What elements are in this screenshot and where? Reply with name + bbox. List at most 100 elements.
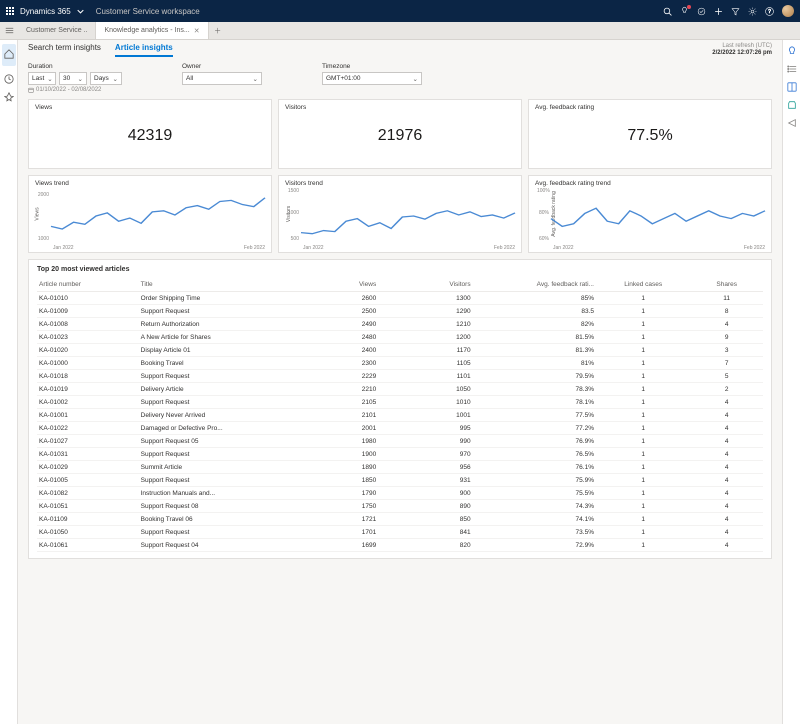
new-tab-button[interactable]: ＋ — [209, 22, 227, 39]
table-row[interactable]: KA-01019Delivery Article2210105078.3%12 — [37, 383, 763, 396]
kpi-visitors-value: 21976 — [285, 127, 515, 145]
col-shares[interactable]: Shares — [690, 278, 763, 292]
chart-xend: Feb 2022 — [744, 245, 765, 251]
top-articles-table-card: Top 20 most viewed articles Article numb… — [28, 259, 772, 559]
duration-label: Duration — [28, 63, 122, 70]
help-icon[interactable]: ? — [765, 7, 774, 16]
hamburger-menu[interactable] — [0, 22, 18, 39]
chart-feedback-title: Avg. feedback rating trend — [535, 180, 765, 187]
rail-share-icon[interactable] — [787, 118, 797, 128]
kpi-views-card: Views 42319 — [28, 99, 272, 169]
table-row[interactable]: KA-01061Support Request 04169982072.9%14 — [37, 539, 763, 552]
table-row[interactable]: KA-01051Support Request 08175089074.3%14 — [37, 500, 763, 513]
table-row[interactable]: KA-01109Booking Travel 06172185074.1%14 — [37, 513, 763, 526]
chart-tick: 1000 — [287, 210, 299, 216]
table-row[interactable]: KA-01010Order Shipping Time2600130085%11… — [37, 292, 763, 305]
table-row[interactable]: KA-01023A New Article for Shares24801200… — [37, 331, 763, 344]
user-avatar[interactable] — [782, 5, 794, 17]
table-row[interactable]: KA-01018Support Request2229110179.5%15 — [37, 370, 763, 383]
chart-tick: 1000 — [37, 236, 49, 242]
col-title[interactable]: Title — [139, 278, 299, 292]
table-row[interactable]: KA-01022Damaged or Defective Pro...20019… — [37, 422, 763, 435]
tab-customer-service[interactable]: Customer Service .. — [18, 22, 96, 39]
table-row[interactable]: KA-01029Summit Article189095676.1%14 — [37, 461, 763, 474]
table-title: Top 20 most viewed articles — [37, 266, 763, 273]
kpi-feedback-card: Avg. feedback rating 77.5% — [528, 99, 772, 169]
chart-xstart: Jan 2022 — [303, 245, 324, 251]
table-row[interactable]: KA-01009Support Request2500129083.518 — [37, 305, 763, 318]
filter-owner: Owner All⌄ — [182, 63, 262, 93]
duration-unit-select[interactable]: Days⌄ — [90, 72, 122, 85]
table-row[interactable]: KA-01005Support Request185093175.9%14 — [37, 474, 763, 487]
kpi-views-value: 42319 — [35, 127, 265, 145]
subtab-article-insights[interactable]: Article insights — [115, 43, 173, 57]
app-launcher-icon[interactable] — [6, 7, 14, 15]
rail-book-icon[interactable] — [787, 82, 797, 92]
rail-script-icon[interactable] — [787, 100, 797, 110]
chart-visitors-trend: Visitors trend Visitors 1500 1000 500 Ja… — [278, 175, 522, 253]
workspace-name: Customer Service workspace — [96, 7, 200, 16]
duration-amount-select[interactable]: 30⌄ — [59, 72, 87, 85]
main-content: Search term insights Article insights La… — [18, 40, 782, 724]
svg-text:?: ? — [768, 9, 771, 15]
table-row[interactable]: KA-01050Support Request170184173.5%14 — [37, 526, 763, 539]
global-topbar: Dynamics 365 Customer Service workspace … — [0, 0, 800, 22]
top-articles-table: Article number Title Views Visitors Avg.… — [37, 278, 763, 552]
settings-icon[interactable] — [748, 7, 757, 16]
table-row[interactable]: KA-01001Delivery Never Arrived2101100177… — [37, 409, 763, 422]
chart-tick: 60% — [537, 236, 549, 242]
right-rail — [782, 40, 800, 724]
assistant-icon[interactable] — [697, 7, 706, 16]
close-tab-icon[interactable]: ✕ — [194, 27, 200, 35]
col-feedback[interactable]: Avg. feedback rati... — [473, 278, 596, 292]
chart-views-ylabel: Views — [35, 208, 41, 221]
home-icon[interactable] — [2, 44, 16, 66]
col-article[interactable]: Article number — [37, 278, 139, 292]
chart-visitors-title: Visitors trend — [285, 180, 515, 187]
col-views[interactable]: Views — [298, 278, 378, 292]
pin-icon[interactable] — [4, 92, 14, 102]
filter-icon[interactable] — [731, 7, 740, 16]
chart-tick: 2000 — [37, 192, 49, 198]
last-refresh: Last refresh (UTC) 2/2/2022 12:07:26 pm — [712, 43, 772, 57]
rail-bulb-icon[interactable] — [787, 46, 797, 56]
search-icon[interactable] — [663, 7, 672, 16]
clock-icon[interactable] — [4, 74, 14, 84]
kpi-feedback-value: 77.5% — [535, 127, 765, 145]
table-row[interactable]: KA-01020Display Article 012400117081.3%1… — [37, 344, 763, 357]
col-linked[interactable]: Linked cases — [596, 278, 690, 292]
duration-period-select[interactable]: Last⌄ — [28, 72, 56, 85]
chart-views-trend: Views trend Views 2000 1000 Jan 2022 Feb… — [28, 175, 272, 253]
chevron-down-icon[interactable] — [77, 8, 84, 15]
table-row[interactable]: KA-01027Support Request 05198099076.9%14 — [37, 435, 763, 448]
table-row[interactable]: KA-01000Booking Travel2300110581%17 — [37, 357, 763, 370]
chart-tick: 500 — [287, 236, 299, 242]
product-name[interactable]: Dynamics 365 — [20, 7, 71, 16]
table-row[interactable]: KA-01031Support Request190097076.5%14 — [37, 448, 763, 461]
kpi-visitors-title: Visitors — [285, 104, 515, 111]
filter-duration: Duration Last⌄ 30⌄ Days⌄ 01/10/2022 - 02… — [28, 63, 122, 93]
filter-bar: Duration Last⌄ 30⌄ Days⌄ 01/10/2022 - 02… — [18, 57, 782, 95]
chart-tick: 1500 — [287, 188, 299, 194]
owner-label: Owner — [182, 63, 262, 70]
table-row[interactable]: KA-01002Support Request2105101078.1%14 — [37, 396, 763, 409]
chart-xstart: Jan 2022 — [553, 245, 574, 251]
col-visitors[interactable]: Visitors — [378, 278, 472, 292]
table-row[interactable]: KA-01082Instruction Manuals and...179090… — [37, 487, 763, 500]
filter-timezone: Timezone GMT+01:00⌄ — [322, 63, 422, 93]
tab-knowledge-analytics[interactable]: Knowledge analytics - Ins...✕ — [96, 22, 208, 39]
owner-select[interactable]: All⌄ — [182, 72, 262, 85]
rail-list-icon[interactable] — [787, 64, 797, 74]
subtab-search-term-insights[interactable]: Search term insights — [28, 43, 101, 57]
add-icon[interactable] — [714, 7, 723, 16]
duration-range: 01/10/2022 - 02/08/2022 — [28, 87, 122, 93]
chart-xstart: Jan 2022 — [53, 245, 74, 251]
lightbulb-icon[interactable] — [680, 6, 689, 17]
chart-xend: Feb 2022 — [244, 245, 265, 251]
left-nav-rail — [0, 40, 18, 724]
timezone-select[interactable]: GMT+01:00⌄ — [322, 72, 422, 85]
chart-tick: 100% — [537, 188, 549, 194]
chart-feedback-trend: Avg. feedback rating trend Avg. feedback… — [528, 175, 772, 253]
table-row[interactable]: KA-01008Return Authorization2490121082%1… — [37, 318, 763, 331]
kpi-visitors-card: Visitors 21976 — [278, 99, 522, 169]
